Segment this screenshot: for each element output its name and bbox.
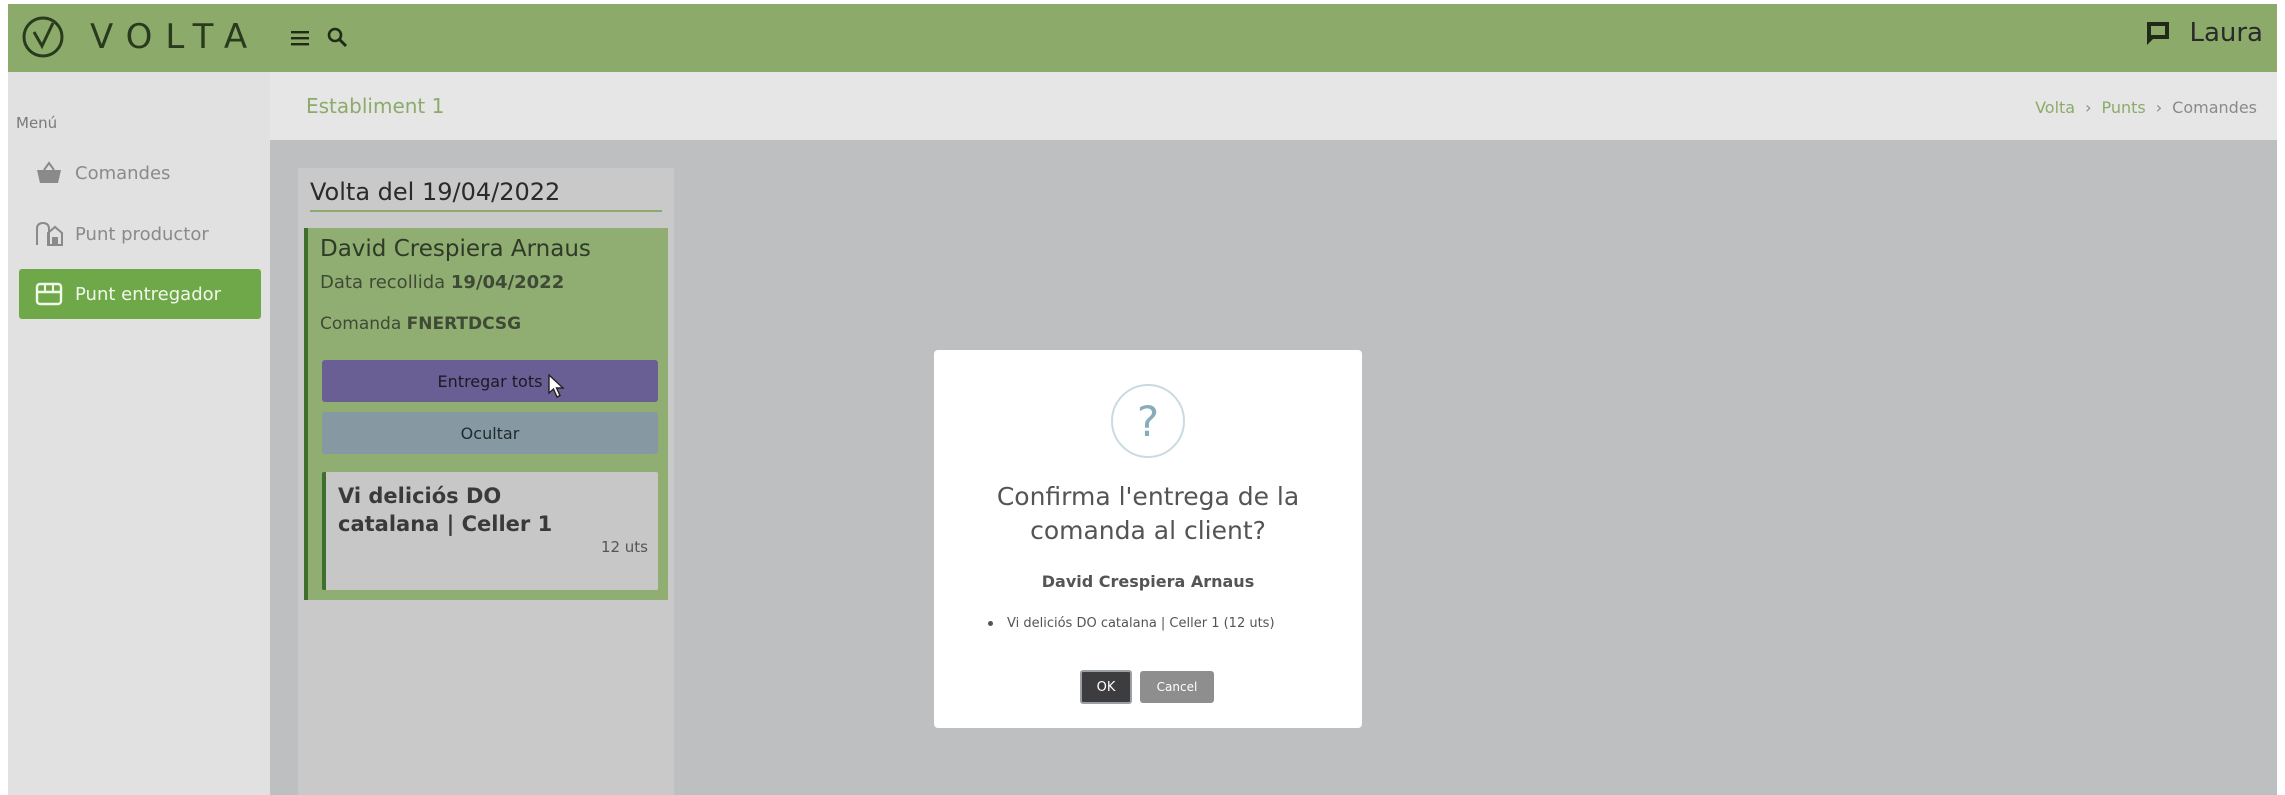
product-name: Vi deliciós DO catalana | Celler 1 — [338, 484, 553, 536]
sidebar-item-label: Punt entregador — [75, 283, 222, 305]
breadcrumb-link-punts[interactable]: Punts — [2102, 98, 2146, 117]
store-icon — [35, 282, 63, 306]
order-code-label: Comanda — [320, 314, 402, 334]
pickup-date-value: 19/04/2022 — [450, 272, 565, 293]
menu-icon[interactable] — [288, 24, 316, 52]
page-titlebar: Establiment 1 Volta › Punts › Comandes — [270, 72, 2277, 140]
farm-icon — [36, 221, 63, 246]
dialog-client: David Crespiera Arnaus — [1041, 572, 1255, 591]
basket-icon — [37, 161, 61, 183]
page-title: Establiment 1 — [306, 94, 445, 118]
product-quantity: 12 uts — [600, 538, 648, 556]
order-client: David Crespiera Arnaus — [320, 236, 591, 262]
volta-title: Volta del 19/04/2022 — [310, 178, 561, 206]
breadcrumb-current: Comandes — [2172, 98, 2257, 117]
chat-icon[interactable] — [2143, 18, 2173, 48]
volta-logo-icon — [22, 16, 64, 58]
chevron-right-icon: › — [2155, 98, 2163, 117]
hide-button[interactable]: Ocultar — [322, 412, 658, 454]
confirm-dialog: ? Confirma l'entrega de la comanda al cl… — [934, 350, 1362, 728]
chevron-right-icon: › — [2085, 98, 2092, 117]
user-name: Laura — [2189, 18, 2263, 48]
dialog-title: Confirma l'entrega de la comanda al clie… — [996, 482, 1300, 545]
sidebar-item-comandes[interactable]: Comandes — [19, 148, 261, 198]
breadcrumb: Volta › Punts › Comandes — [2035, 98, 2257, 117]
divider — [310, 210, 662, 212]
breadcrumb-link-volta[interactable]: Volta — [2035, 98, 2075, 117]
search-icon[interactable] — [324, 24, 352, 52]
sidebar-item-punt-entregador[interactable]: Punt entregador — [19, 269, 261, 319]
order-card: David Crespiera Arnaus Data recollida 19… — [304, 228, 668, 600]
order-code-value: FNERTDCSG — [406, 314, 522, 334]
ok-button[interactable]: OK — [1080, 670, 1132, 704]
sidebar: Menú Comandes Punt productor Punt entreg… — [8, 72, 270, 795]
cursor-icon — [548, 374, 565, 398]
deliver-all-button[interactable]: Entregar tots — [322, 360, 658, 402]
cancel-button[interactable]: Cancel — [1140, 671, 1214, 703]
sidebar-item-punt-productor[interactable]: Punt productor — [19, 209, 261, 259]
user-menu[interactable]: Laura — [2143, 18, 2263, 48]
bullet-icon — [988, 621, 993, 626]
product-item[interactable]: Vi deliciós DO catalana | Celler 1 12 ut… — [322, 472, 658, 590]
dialog-list-item: Vi deliciós DO catalana | Celler 1 (12 u… — [988, 616, 1275, 631]
top-header: VOLTA Laura — [8, 4, 2277, 72]
volta-column: Volta del 19/04/2022 David Crespiera Arn… — [298, 168, 674, 795]
pickup-date: Data recollida 19/04/2022 — [320, 272, 564, 293]
sidebar-item-label: Comandes — [75, 162, 171, 184]
question-icon: ? — [1111, 384, 1185, 458]
order-code: Comanda FNERTDCSG — [320, 314, 521, 334]
dialog-item-text: Vi deliciós DO catalana | Celler 1 (12 u… — [1007, 616, 1275, 631]
logo[interactable]: VOLTA — [20, 14, 260, 60]
brand-name: VOLTA — [90, 17, 261, 57]
sidebar-item-label: Punt productor — [75, 223, 209, 245]
menu-label: Menú — [16, 114, 58, 132]
pickup-date-label: Data recollida — [320, 272, 446, 293]
